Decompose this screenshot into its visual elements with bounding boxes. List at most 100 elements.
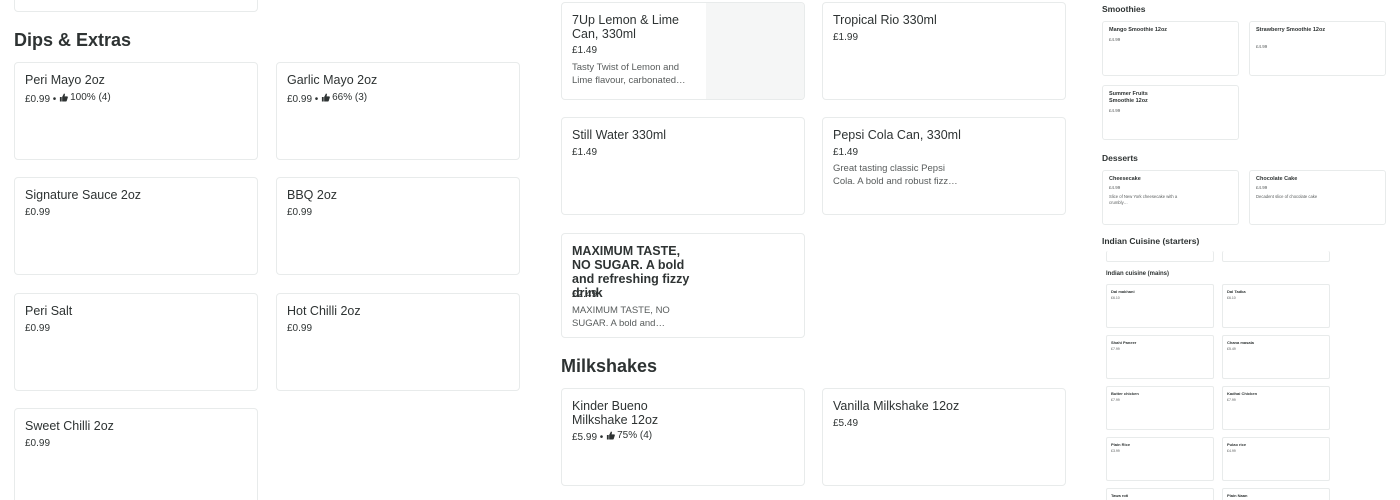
menu-item-card[interactable]	[14, 0, 258, 12]
item-price: £0.99	[25, 323, 51, 334]
item-name: Sweet Chilli 2oz	[25, 419, 114, 433]
item-name: BBQ 2oz	[287, 188, 338, 202]
menu-item-card[interactable]: Kinder Bueno Milkshake 12oz £5.99 • 75% …	[561, 388, 805, 486]
menu-item-card[interactable]: Peri Mayo 2oz £0.99 • 100% (4)	[14, 62, 258, 160]
item-name: Kadhai Chicken	[1227, 391, 1258, 396]
item-description: Slice of New York cheesecake with a crum…	[1109, 194, 1178, 205]
item-price: £4.99	[1109, 185, 1121, 190]
section-title-smoothies: Smoothies	[1102, 4, 1146, 14]
item-price: £6.10	[1111, 296, 1120, 300]
item-price: £7.99	[1227, 398, 1236, 402]
item-price: £0.99	[287, 207, 313, 218]
item-name: Peri Mayo 2oz	[25, 73, 105, 87]
item-price: £1.99	[833, 32, 859, 43]
item-name: Strawberry Smoothie 12oz	[1256, 27, 1326, 33]
item-image	[706, 3, 804, 99]
item-price: £6.10	[1227, 296, 1236, 300]
item-price: £5.99	[572, 432, 598, 443]
rating-text: 100% (4)	[70, 92, 111, 103]
item-name: Dal makhani	[1111, 289, 1135, 294]
menu-item-card[interactable]: Dal makhani £6.10	[1106, 284, 1214, 328]
item-price: £4.99	[1256, 44, 1268, 49]
menu-item-card[interactable]: 7Up Lemon & Lime Can, 330ml £1.49 Tasty …	[561, 2, 805, 100]
item-rating: 66% (3)	[321, 92, 367, 103]
thumbs-up-icon	[59, 93, 68, 102]
item-rating: 100% (4)	[59, 92, 111, 103]
item-price: £4.99	[1109, 108, 1121, 113]
rating-text: 66% (3)	[332, 92, 368, 103]
item-name: Summer Fruits Smoothie 12oz	[1109, 91, 1148, 104]
menu-item-card[interactable]: Still Water 330ml £1.49	[561, 117, 805, 215]
menu-item-card[interactable]: Sweet Chilli 2oz £0.99	[14, 408, 258, 500]
item-name: Pepsi Cola Can, 330ml	[833, 128, 961, 142]
section-title-indian-starters: Indian Cuisine (starters)	[1102, 236, 1200, 246]
item-description: Tasty Twist of Lemon and Lime flavour, c…	[572, 62, 686, 86]
item-name: Plain Rice	[1111, 442, 1131, 447]
menu-item-card[interactable]	[1222, 251, 1330, 262]
item-price: £4.99	[1227, 449, 1236, 453]
menu-item-card[interactable]: Garlic Mayo 2oz £0.99 • 66% (3)	[276, 62, 520, 160]
item-name: Pulao rice	[1227, 442, 1247, 447]
menu-item-card[interactable]: Chana masala £5.49	[1222, 335, 1330, 379]
section-title-desserts: Desserts	[1102, 153, 1138, 163]
item-name: Dal Tadka	[1227, 289, 1246, 294]
item-name: Shahi Paneer	[1111, 340, 1137, 345]
menu-item-card[interactable]: Plain Naan	[1222, 488, 1330, 500]
menu-item-card[interactable]: Summer Fruits Smoothie 12oz £4.99	[1102, 85, 1239, 140]
item-price: £7.99	[1111, 398, 1120, 402]
item-price: £0.99	[25, 94, 51, 105]
menu-item-card[interactable]: BBQ 2oz £0.99	[276, 177, 520, 275]
item-price: £4.99	[1109, 37, 1121, 42]
thumbs-up-icon	[321, 93, 330, 102]
item-price: £0.99	[287, 323, 313, 334]
menu-item-card[interactable]: Hot Chilli 2oz £0.99	[276, 293, 520, 391]
item-name: Tropical Rio 330ml	[833, 13, 937, 27]
item-price: £7.99	[1111, 347, 1120, 351]
menu-item-card[interactable]: Pulao rice £4.99	[1222, 437, 1330, 481]
menu-item-card[interactable]: Cheesecake £4.99 Slice of New York chees…	[1102, 170, 1239, 225]
menu-item-card[interactable]: Tropical Rio 330ml £1.99	[822, 2, 1066, 100]
item-name: 7Up Lemon & Lime Can, 330ml	[572, 13, 680, 41]
menu-item-card[interactable]: Dal Tadka £6.10	[1222, 284, 1330, 328]
item-price: £1.49	[833, 147, 859, 158]
item-name: Kinder Bueno Milkshake 12oz	[572, 399, 659, 427]
menu-item-card[interactable]: Signature Sauce 2oz £0.99	[14, 177, 258, 275]
menu-item-card[interactable]: Shahi Paneer £7.99	[1106, 335, 1214, 379]
item-description: Decadent slice of chocolate cake	[1256, 194, 1318, 199]
section-title-milkshakes: Milkshakes	[561, 356, 658, 376]
item-price: £3.99	[1111, 449, 1120, 453]
menu-item-card[interactable]: Strawberry Smoothie 12oz £4.99	[1249, 21, 1386, 76]
menu-item-card[interactable]: Plain Rice £3.99	[1106, 437, 1214, 481]
menu-item-card[interactable]: Butter chicken £7.99	[1106, 386, 1214, 430]
item-price: £2.49	[572, 289, 598, 300]
item-name: Mango Smoothie 12oz	[1109, 27, 1168, 33]
menu-item-card[interactable]: Peri Salt £0.99	[14, 293, 258, 391]
menu-item-card[interactable]: Chocolate Cake £4.99 Decadent slice of c…	[1249, 170, 1386, 225]
item-price: £5.49	[833, 418, 859, 429]
section-title-indian-mains: Indian cuisine (mains)	[1106, 271, 1170, 277]
item-name: Cheesecake	[1109, 176, 1141, 182]
item-price: £0.99	[25, 438, 51, 449]
item-name: Signature Sauce 2oz	[25, 188, 142, 202]
item-price: £0.99	[25, 207, 51, 218]
item-name: Butter chicken	[1111, 391, 1139, 396]
separator-dot: •	[50, 94, 57, 105]
menu-item-card[interactable]: Tawa roti	[1106, 488, 1214, 500]
item-name: Hot Chilli 2oz	[287, 304, 361, 318]
item-name: Garlic Mayo 2oz	[287, 73, 378, 87]
item-description: MAXIMUM TASTE, NO SUGAR. A bold and…	[572, 305, 670, 329]
menu-item-card[interactable]: Vanilla Milkshake 12oz £5.49	[822, 388, 1066, 486]
item-price: £1.49	[572, 45, 598, 56]
item-rating: 75% (4)	[606, 430, 652, 441]
separator-dot: •	[597, 432, 604, 443]
menu-item-card[interactable]: Mango Smoothie 12oz £4.99	[1102, 21, 1239, 76]
item-name: Tawa roti	[1111, 493, 1129, 498]
menu-item-card[interactable]: Kadhai Chicken £7.99	[1222, 386, 1330, 430]
item-name: Chocolate Cake	[1256, 176, 1298, 182]
item-name: Still Water 330ml	[572, 128, 667, 142]
menu-item-card[interactable]	[1106, 251, 1214, 262]
item-name: Peri Salt	[25, 304, 73, 318]
menu-item-card[interactable]: MAXIMUM TASTE, NO SUGAR. A bold and refr…	[561, 233, 805, 338]
menu-item-card[interactable]: Pepsi Cola Can, 330ml £1.49 Great tastin…	[822, 117, 1066, 215]
rating-text: 75% (4)	[617, 430, 653, 441]
